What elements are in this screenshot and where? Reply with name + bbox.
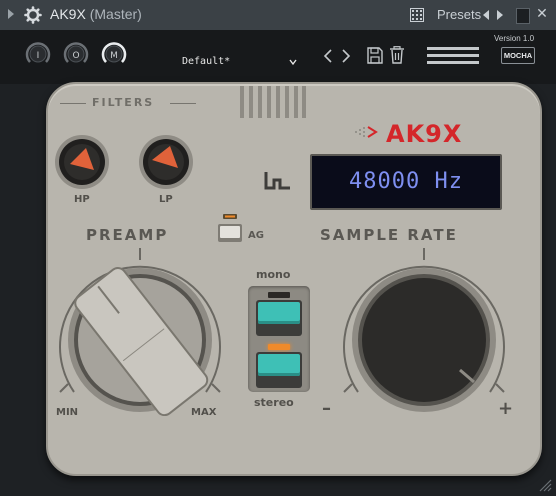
hp-label: HP xyxy=(74,194,90,205)
mono-label: mono xyxy=(256,268,291,281)
mix-knob[interactable]: M xyxy=(100,40,128,68)
vendor-badge[interactable]: MOCHA xyxy=(501,47,535,64)
save-icon[interactable] xyxy=(367,47,383,64)
window-title: AK9X (Master) xyxy=(50,6,142,22)
knob-label-m: M xyxy=(110,51,118,61)
mode-switch-panel xyxy=(248,286,310,392)
lp-filter-knob[interactable] xyxy=(138,134,194,190)
input-gain-knob[interactable]: I xyxy=(24,40,52,68)
mono-button[interactable] xyxy=(256,300,302,336)
stereo-button[interactable] xyxy=(256,352,302,388)
window-title-name: AK9X xyxy=(50,6,86,22)
ag-toggle-switch[interactable] xyxy=(216,214,244,246)
sample-rate-plus-label: + xyxy=(498,398,514,419)
sample-rate-minus-label: – xyxy=(322,398,331,419)
output-gain-knob[interactable]: O xyxy=(62,40,90,68)
preamp-label: PREAMP xyxy=(86,226,169,244)
mono-led-off xyxy=(268,292,290,298)
hamburger-menu-icon[interactable] xyxy=(427,47,479,64)
resize-handle-icon[interactable] xyxy=(538,478,552,492)
sample-rate-knob[interactable] xyxy=(334,246,514,416)
presets-label[interactable]: Presets xyxy=(437,7,481,22)
window-menu-arrow-icon[interactable] xyxy=(8,9,14,19)
brand-logo: AK9X xyxy=(386,120,463,148)
preamp-min-label: MIN xyxy=(56,407,79,418)
stereo-led-on xyxy=(268,344,290,350)
preset-prev-icon[interactable] xyxy=(483,10,489,20)
filters-divider-left xyxy=(60,103,86,104)
chevron-down-icon[interactable] xyxy=(289,58,297,66)
hp-filter-knob[interactable] xyxy=(54,134,110,190)
maker-logo-icon xyxy=(264,172,290,190)
knob-label-o: O xyxy=(72,51,79,61)
window-title-subtitle: (Master) xyxy=(89,6,142,22)
ag-label: AG xyxy=(248,230,264,241)
prev-preset-icon[interactable] xyxy=(322,48,334,64)
filters-heading: FILTERS xyxy=(92,96,155,109)
preset-name[interactable]: Default* xyxy=(182,56,230,67)
brand-arrows-icon xyxy=(355,126,378,138)
version-label: Version 1.0 xyxy=(494,34,535,43)
sample-rate-label: SAMPLE RATE xyxy=(320,226,458,244)
vent-grille xyxy=(240,86,306,118)
close-icon[interactable]: ✕ xyxy=(534,6,550,22)
title-bar: AK9X (Master) Presets ✕ xyxy=(0,0,556,30)
preset-next-icon[interactable] xyxy=(497,10,503,20)
grid-icon[interactable] xyxy=(410,8,424,22)
plugin-window: AK9X (Master) Presets ✕ I O M Default* V… xyxy=(0,0,556,496)
lp-label: LP xyxy=(159,194,173,205)
filters-divider-right xyxy=(170,103,196,104)
detach-icon[interactable] xyxy=(516,8,530,24)
display-value: 48000 Hz xyxy=(349,169,463,194)
sample-rate-display: 48000 Hz xyxy=(310,154,502,210)
trash-icon[interactable] xyxy=(389,46,405,64)
gear-icon[interactable] xyxy=(24,6,42,24)
next-preset-icon[interactable] xyxy=(340,48,352,64)
knob-label-i: I xyxy=(37,51,40,61)
stereo-label: stereo xyxy=(254,396,294,409)
preamp-max-label: MAX xyxy=(191,407,217,418)
preamp-knob[interactable] xyxy=(50,246,230,416)
